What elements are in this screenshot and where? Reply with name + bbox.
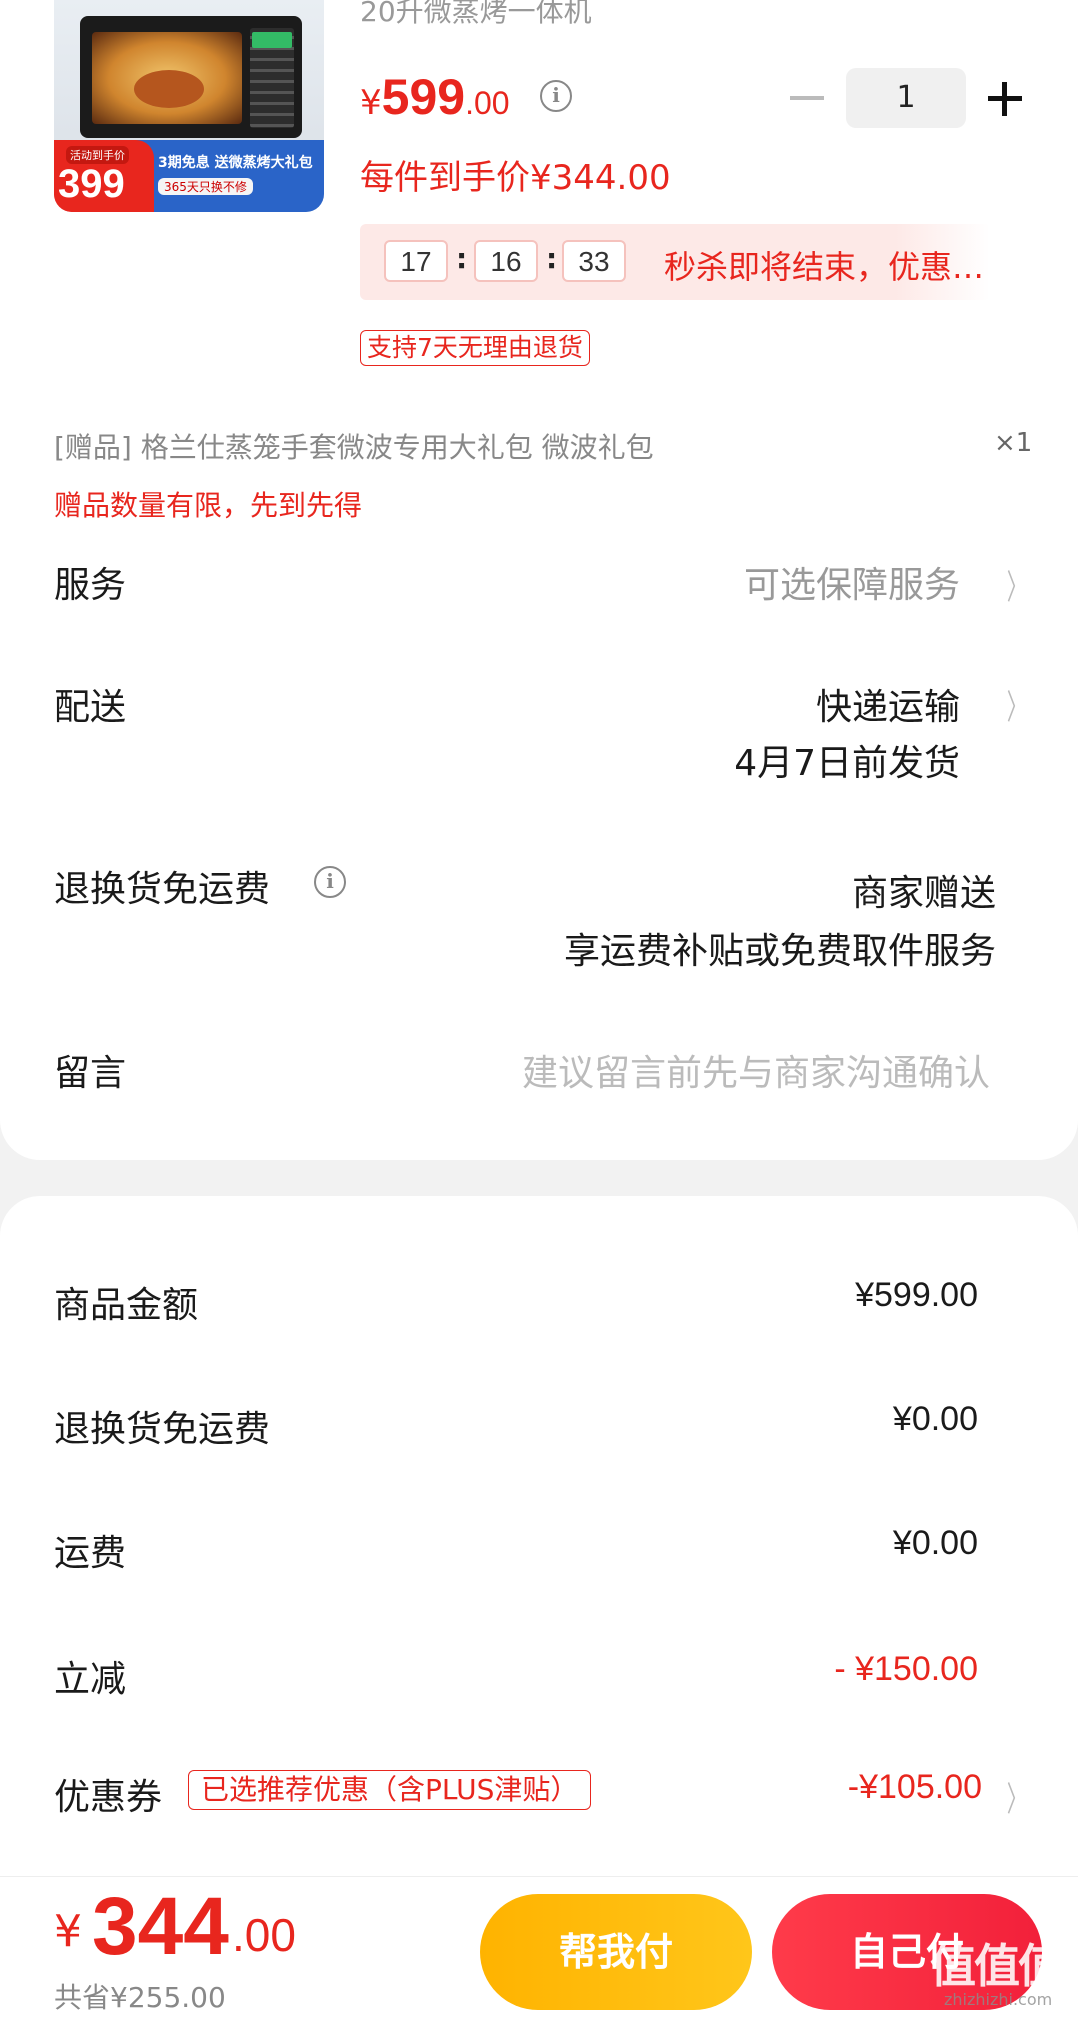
price-decimal: .00 [465, 85, 510, 121]
microwave-display [252, 32, 292, 48]
help-pay-button[interactable]: 帮我付 [480, 1894, 752, 2010]
product-title: 20升微蒸烤一体机 [360, 0, 592, 28]
delivery-date: 4月7日前发货 [734, 743, 960, 784]
price-info-icon[interactable]: i [540, 80, 572, 112]
watermark-logo: 值值值 [930, 1939, 1064, 1993]
promo-price: 399 [58, 162, 125, 206]
countdown-colon: : [546, 242, 558, 275]
countdown-hours: 17 [384, 240, 448, 282]
goods-amount-value: ¥599.00 [855, 1276, 978, 1314]
coupon-tag[interactable]: 已选推荐优惠（含PLUS津贴） [188, 1770, 592, 1810]
return-fee-value-1: 商家赠送 [851, 873, 996, 914]
discount-value: - ¥150.00 [834, 1650, 978, 1688]
chevron-right-icon[interactable]: 〉 [1007, 680, 1027, 729]
return-fee-label: 退换货免运费 [54, 869, 271, 910]
gift-quantity: ×1 [994, 428, 1033, 458]
coupon-label: 优惠券 [54, 1777, 163, 1818]
message-label: 留言 [54, 1053, 127, 1094]
watermark-url: zhizhizhi.com [944, 1990, 1053, 2009]
service-label: 服务 [54, 565, 127, 606]
quantity-minus-icon[interactable] [790, 96, 824, 100]
total-decimal: .00 [232, 1909, 296, 1961]
gift-note: 赠品数量有限，先到先得 [54, 489, 363, 522]
saved-amount: 共省¥255.00 [54, 1981, 226, 2014]
total-integer: 344 [92, 1881, 229, 1972]
chicken-shape [134, 70, 204, 108]
message-input[interactable]: 建议留言前先与商家沟通确认 [522, 1044, 990, 1096]
promo-line-1: 3期免息 送微蒸烤大礼包 [158, 155, 313, 171]
countdown-seconds: 33 [562, 240, 626, 282]
price-symbol: ¥ [360, 83, 382, 123]
service-value[interactable]: 可选保障服务 [744, 556, 960, 608]
return-policy-tag: 支持7天无理由退货 [360, 330, 590, 366]
product-price: ¥599.00 [360, 68, 510, 126]
delivery-value[interactable]: 快递运输 [816, 678, 960, 730]
countdown-colon: : [456, 242, 468, 275]
microwave-illustration [80, 16, 302, 138]
gift-item: [赠品] 格兰仕蒸笼手套微波专用大礼包 微波礼包 [54, 431, 654, 464]
microwave-window [92, 32, 242, 124]
flash-sale-text: 秒杀即将结束，优惠… [664, 248, 985, 286]
shipping-label: 运费 [54, 1533, 127, 1574]
goods-amount-label: 商品金额 [54, 1285, 199, 1326]
chevron-right-icon[interactable]: 〉 [1007, 560, 1027, 609]
each-price: 每件到手价¥344.00 [360, 158, 671, 198]
delivery-label: 配送 [54, 687, 127, 728]
countdown-minutes: 16 [474, 240, 538, 282]
quantity-input[interactable]: 1 [846, 68, 966, 128]
chevron-right-icon[interactable]: 〉 [1007, 1772, 1027, 1821]
product-image[interactable]: 活动到手价 399 3期免息 送微蒸烤大礼包 365天只换不修 [54, 0, 324, 212]
return-fee-value-2: 享运费补贴或免费取件服务 [563, 931, 996, 972]
total-symbol: ¥ [54, 1906, 82, 1957]
promo-line-2: 365天只换不修 [158, 178, 253, 195]
discount-label: 立减 [54, 1659, 127, 1700]
return-info-icon[interactable]: i [314, 866, 346, 898]
return-fee-summary-value: ¥0.00 [892, 1400, 978, 1438]
coupon-value[interactable]: -¥105.00 [848, 1768, 982, 1807]
price-integer: 599 [381, 69, 466, 125]
return-fee-summary-label: 退换货免运费 [54, 1409, 271, 1450]
shipping-value: ¥0.00 [892, 1524, 978, 1562]
plus-vertical [1002, 82, 1007, 116]
